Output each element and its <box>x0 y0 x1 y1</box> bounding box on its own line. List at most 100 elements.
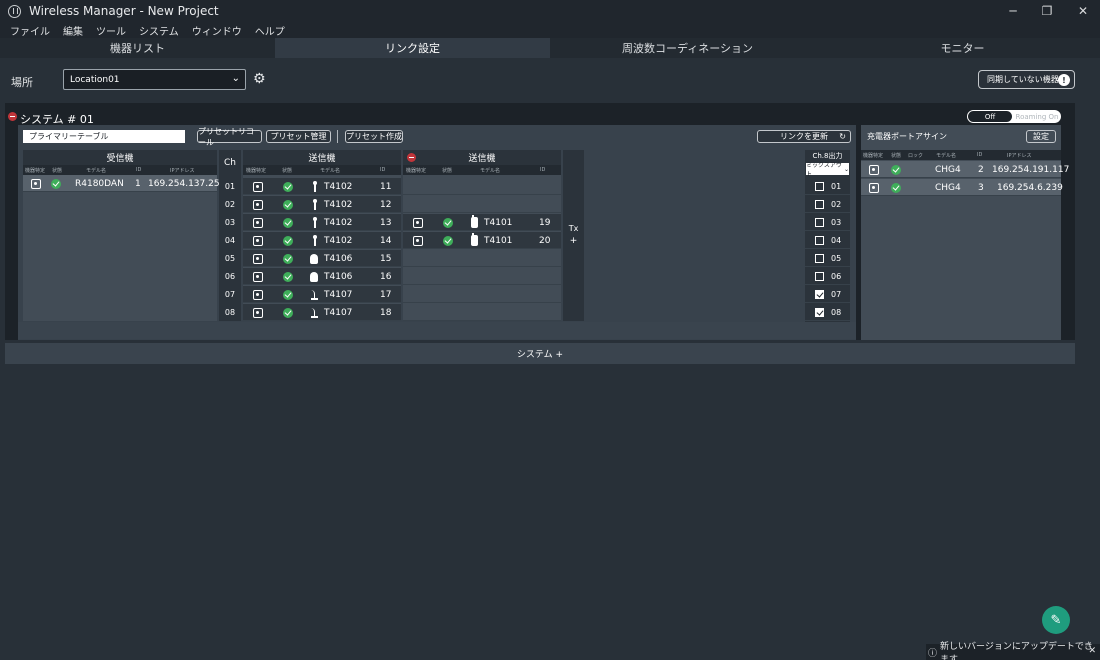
transmitter-row[interactable]: T4102 13 <box>243 214 401 231</box>
col-id: ID <box>380 167 386 173</box>
mix-checkbox[interactable] <box>815 308 824 317</box>
channel-number: 03 <box>224 218 236 227</box>
preset-name-input[interactable]: プライマリーテーブル <box>23 130 185 143</box>
transmitter-table-2: 送信機 機器特定 状態 モデル名 ID T4101 19 T4101 20 <box>403 150 561 321</box>
receiver-model: R4180DAN <box>75 179 124 189</box>
transmitter-model: T4102 <box>324 236 353 246</box>
identify-icon[interactable] <box>253 200 263 210</box>
charger-settings-button[interactable]: 設定 <box>1026 130 1056 143</box>
col-ip[interactable]: IPアドレス <box>170 167 195 174</box>
identify-icon[interactable] <box>253 254 263 264</box>
menu-help[interactable]: ヘルプ <box>255 23 285 38</box>
restore-button[interactable]: ❐ <box>1030 0 1064 22</box>
channel-header: Ch <box>224 157 236 168</box>
mix-checkbox[interactable] <box>815 272 824 281</box>
identify-icon[interactable] <box>413 236 423 246</box>
status-ok-icon <box>283 254 293 264</box>
mix-channel-number: 04 <box>831 236 842 245</box>
menu-tools[interactable]: ツール <box>96 23 126 38</box>
charger-ip: 169.254.6.239 <box>997 183 1063 193</box>
table-footer <box>18 322 856 339</box>
identify-icon[interactable] <box>253 272 263 282</box>
transmitter-model: T4102 <box>324 182 353 192</box>
transmitter-model: T4101 <box>484 236 513 246</box>
transmitter-row[interactable]: T4106 16 <box>243 268 401 285</box>
boundary-mic-icon <box>310 271 318 283</box>
preset-manage-button[interactable]: プリセット管理 <box>266 130 331 143</box>
col-id[interactable]: ID <box>136 167 141 173</box>
identify-icon[interactable] <box>413 218 423 228</box>
gear-icon[interactable]: ⚙ <box>253 72 266 86</box>
preset-recall-button[interactable]: プリセットリコール <box>197 127 262 147</box>
transmitter-row[interactable]: T4106 15 <box>243 250 401 267</box>
location-select[interactable]: Location01 ⌄ <box>63 69 246 90</box>
transmitter-row[interactable]: T4101 19 <box>403 214 561 231</box>
tab-link-settings[interactable]: リンク設定 <box>275 38 550 58</box>
mix-row: 05 <box>805 250 850 267</box>
remove-system-icon[interactable] <box>8 112 17 121</box>
transmitter-row[interactable]: T4107 17 <box>243 286 401 303</box>
location-value: Location01 <box>70 74 120 85</box>
identify-icon[interactable] <box>253 290 263 300</box>
status-ok-icon <box>51 179 61 189</box>
close-icon[interactable]: ✕ <box>1088 646 1096 656</box>
status-ok-icon <box>891 183 901 193</box>
receiver-row[interactable]: R4180DAN 1 169.254.137.250 <box>23 175 225 192</box>
tab-frequency-coordination[interactable]: 周波数コーディネーション <box>550 38 825 58</box>
transmitter-empty-row[interactable] <box>403 250 561 267</box>
mix-checkbox[interactable] <box>815 290 824 299</box>
transmitter-empty-row[interactable] <box>403 196 561 213</box>
identify-icon[interactable] <box>31 179 41 189</box>
transmitter-empty-row[interactable] <box>403 268 561 285</box>
charger-id: 2 <box>978 165 984 175</box>
mix-checkbox[interactable] <box>815 200 824 209</box>
minimize-button[interactable]: ─ <box>996 0 1030 22</box>
mix-out-select-value: ミックスアウト <box>806 162 842 178</box>
identify-icon[interactable] <box>253 236 263 246</box>
charger-row[interactable]: CHG4 3 169.254.6.239 <box>861 179 1063 196</box>
menu-system[interactable]: システム <box>139 23 179 38</box>
mix-out-select[interactable]: ミックスアウト ⌄ <box>806 162 849 178</box>
menu-edit[interactable]: 編集 <box>63 23 83 38</box>
transmitter-row[interactable]: T4107 18 <box>243 304 401 321</box>
edit-icon[interactable]: ✎ <box>1042 606 1070 634</box>
mix-checkbox[interactable] <box>815 236 824 245</box>
tab-device-list[interactable]: 機器リスト <box>0 38 275 58</box>
mix-checkbox[interactable] <box>815 254 824 263</box>
mix-checkbox[interactable] <box>815 218 824 227</box>
transmitter-row[interactable]: T4102 12 <box>243 196 401 213</box>
menu-window[interactable]: ウィンドウ <box>192 23 242 38</box>
mix-checkbox[interactable] <box>815 182 824 191</box>
mix-out-column: Ch.8出力 ミックスアウト ⌄ 01 02 03 04 05 06 07 08 <box>805 150 850 322</box>
transmitter-empty-row[interactable] <box>403 178 561 195</box>
identify-icon[interactable] <box>869 183 879 193</box>
roaming-toggle[interactable]: Off Roaming On <box>967 110 1061 123</box>
add-transmitter-column[interactable]: Tx + <box>563 150 584 321</box>
identify-icon[interactable] <box>253 308 263 318</box>
unsynced-devices-label: 同期していない機器 <box>987 75 1059 84</box>
update-links-button[interactable]: リンクを更新 ↻ <box>757 130 851 143</box>
gooseneck-mic-icon <box>310 307 318 319</box>
transmitter-row[interactable]: T4102 14 <box>243 232 401 249</box>
add-system-button[interactable]: システム + <box>5 343 1075 364</box>
update-notification[interactable]: ⓘ 新しいバージョンにアップデートできます ✕ <box>926 642 1100 660</box>
transmitter-empty-row[interactable] <box>403 304 561 321</box>
transmitter-empty-row[interactable] <box>403 286 561 303</box>
col-status: 状態 <box>282 168 293 174</box>
col-id[interactable]: ID <box>977 152 982 158</box>
charger-row[interactable]: CHG4 2 169.254.191.117 <box>861 161 1069 178</box>
identify-icon[interactable] <box>253 182 263 192</box>
tab-monitor[interactable]: モニター <box>825 38 1100 58</box>
menu-file[interactable]: ファイル <box>10 23 50 38</box>
identify-icon[interactable] <box>869 165 879 175</box>
transmitter-row[interactable]: T4101 20 <box>403 232 561 249</box>
remove-transmitter-group-icon[interactable] <box>407 153 416 162</box>
close-button[interactable]: ✕ <box>1066 0 1100 22</box>
mix-channel-number: 01 <box>831 182 842 191</box>
transmitter-row[interactable]: T4102 11 <box>243 178 401 195</box>
identify-icon[interactable] <box>253 218 263 228</box>
col-ip[interactable]: IPアドレス <box>1007 152 1032 159</box>
col-status: 状態 <box>442 168 453 174</box>
unsynced-devices-button[interactable]: 同期していない機器 ! <box>978 70 1075 89</box>
preset-create-button[interactable]: プリセット作成 <box>345 130 403 143</box>
